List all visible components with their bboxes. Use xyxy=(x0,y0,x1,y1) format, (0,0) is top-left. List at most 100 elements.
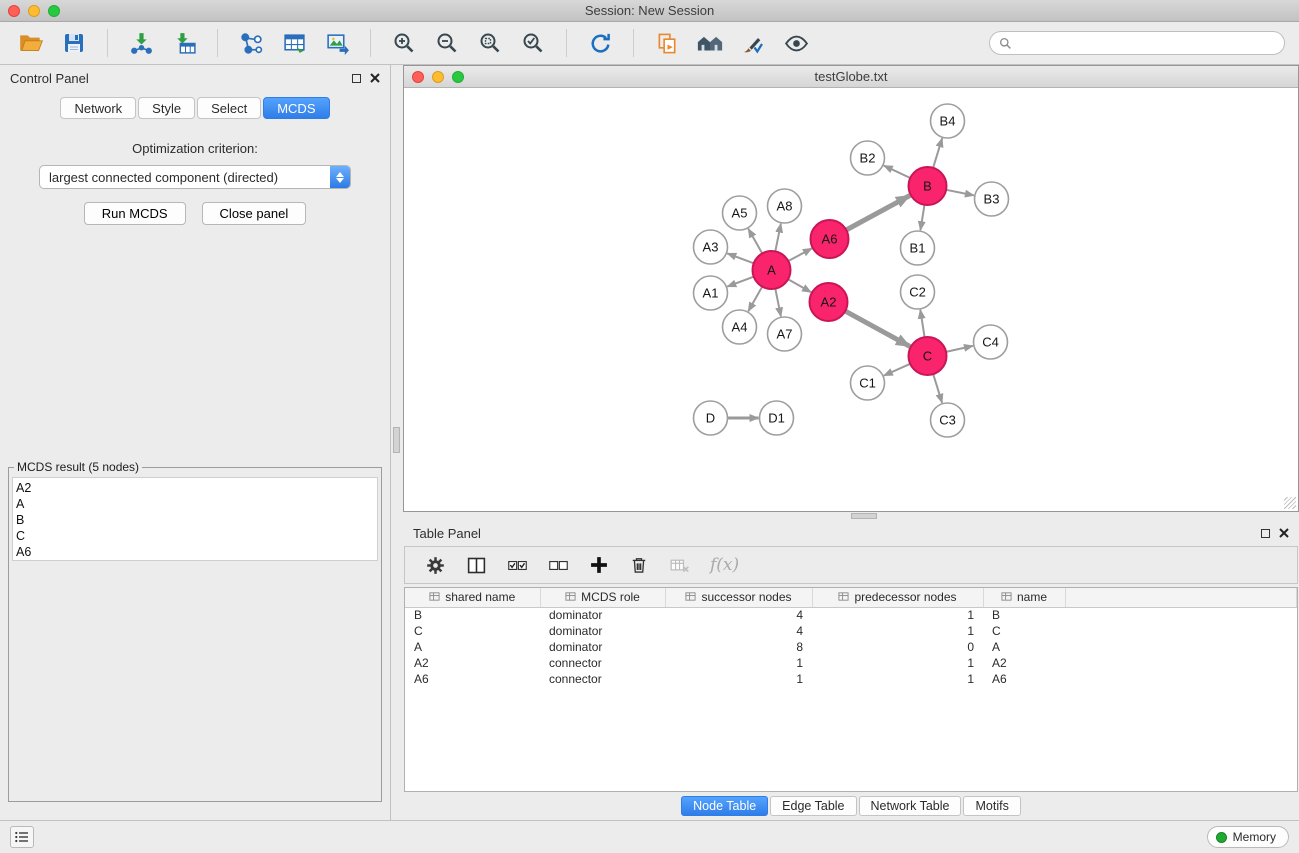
function-builder-button[interactable]: f(x) xyxy=(710,555,739,575)
table-cell[interactable]: B xyxy=(405,607,540,623)
graph-node-B3[interactable]: B3 xyxy=(975,182,1009,216)
table-cell[interactable]: A2 xyxy=(405,655,540,671)
column-header-predecessor-nodes[interactable]: predecessor nodes xyxy=(812,588,983,607)
graph-edge-A-A1[interactable] xyxy=(727,277,753,287)
graph-edge-A-A8[interactable] xyxy=(775,224,781,252)
float-table-panel-icon[interactable] xyxy=(1261,529,1270,538)
column-header-shared-name[interactable]: shared name xyxy=(405,588,540,607)
table-cell[interactable]: dominator xyxy=(540,639,665,655)
graph-edge-B-B2[interactable] xyxy=(884,166,911,178)
search-input[interactable] xyxy=(1018,36,1275,51)
refresh-network-view-icon[interactable] xyxy=(583,27,617,59)
table-row[interactable]: A6connector11A6 xyxy=(405,671,1297,687)
graph-edge-A-A2[interactable] xyxy=(788,279,811,292)
zoom-fit-icon[interactable] xyxy=(473,27,507,59)
graph-node-A1[interactable]: A1 xyxy=(694,276,728,310)
run-mcds-button[interactable]: Run MCDS xyxy=(84,202,186,225)
graph-node-C2[interactable]: C2 xyxy=(901,275,935,309)
graph-node-B4[interactable]: B4 xyxy=(931,104,965,138)
graph-edge-C-C3[interactable] xyxy=(933,374,942,403)
control-tab-select[interactable]: Select xyxy=(197,97,261,119)
zoom-in-icon[interactable] xyxy=(387,27,421,59)
graph-edge-A-A4[interactable] xyxy=(748,287,762,312)
control-tab-mcds[interactable]: MCDS xyxy=(263,97,329,119)
graph-node-A5[interactable]: A5 xyxy=(723,196,757,230)
close-table-panel-icon[interactable] xyxy=(1279,528,1289,538)
graph-node-C1[interactable]: C1 xyxy=(851,366,885,400)
table-cell[interactable]: A2 xyxy=(983,655,1065,671)
table-cell[interactable]: B xyxy=(983,607,1065,623)
table-row[interactable]: Cdominator41C xyxy=(405,623,1297,639)
control-tab-style[interactable]: Style xyxy=(138,97,195,119)
graph-edge-A-A3[interactable] xyxy=(727,253,753,263)
graph-edge-B-B4[interactable] xyxy=(933,138,942,168)
graph-node-A6[interactable]: A6 xyxy=(811,220,849,258)
splitter-handle[interactable] xyxy=(393,427,400,453)
table-tab-network-table[interactable]: Network Table xyxy=(859,796,962,816)
table-cell[interactable]: dominator xyxy=(540,623,665,639)
table-cell[interactable]: 1 xyxy=(812,671,983,687)
network-overview-icon[interactable] xyxy=(693,27,727,59)
resize-grip-icon[interactable] xyxy=(1284,497,1296,509)
table-row[interactable]: Adominator80A xyxy=(405,639,1297,655)
close-panel-icon[interactable] xyxy=(370,73,380,83)
minimize-window-icon[interactable] xyxy=(28,5,40,17)
table-row[interactable]: A2connector11A2 xyxy=(405,655,1297,671)
new-network-icon[interactable] xyxy=(234,27,268,59)
graph-node-C3[interactable]: C3 xyxy=(931,403,965,437)
close-window-icon[interactable] xyxy=(8,5,20,17)
table-cell[interactable]: 1 xyxy=(665,671,812,687)
table-cell[interactable]: C xyxy=(405,623,540,639)
apply-style-icon[interactable] xyxy=(736,27,770,59)
optimization-criterion-dropdown[interactable]: largest connected component (directed) xyxy=(39,165,351,189)
network-canvas[interactable]: B4B2BB3A8A5A6A3B1AC2A1A2A4A7C4CC1C3DD1 xyxy=(404,88,1298,511)
save-session-icon[interactable] xyxy=(57,27,91,59)
table-cell[interactable]: connector xyxy=(540,671,665,687)
delete-table-icon[interactable] xyxy=(669,555,690,576)
maximize-window-icon[interactable] xyxy=(48,5,60,17)
table-cell[interactable]: 0 xyxy=(812,639,983,655)
zoom-out-icon[interactable] xyxy=(430,27,464,59)
table-cell[interactable]: connector xyxy=(540,655,665,671)
graph-edge-A-A7[interactable] xyxy=(775,289,781,317)
table-cell[interactable]: 4 xyxy=(665,623,812,639)
open-session-icon[interactable] xyxy=(14,27,48,59)
table-row[interactable]: Bdominator41B xyxy=(405,607,1297,623)
table-cell[interactable]: 1 xyxy=(812,655,983,671)
graph-node-C4[interactable]: C4 xyxy=(974,325,1008,359)
zoom-selected-icon[interactable] xyxy=(516,27,550,59)
table-cell[interactable]: 1 xyxy=(812,623,983,639)
graph-node-A[interactable]: A xyxy=(753,251,791,289)
network-graph[interactable]: B4B2BB3A8A5A6A3B1AC2A1A2A4A7C4CC1C3DD1 xyxy=(404,88,1298,511)
graph-node-B[interactable]: B xyxy=(909,167,947,205)
show-hide-graphics-icon[interactable] xyxy=(779,27,813,59)
graph-node-B2[interactable]: B2 xyxy=(851,141,885,175)
settings-gear-icon[interactable] xyxy=(425,555,446,576)
table-cell[interactable]: A6 xyxy=(405,671,540,687)
table-cell[interactable]: A6 xyxy=(983,671,1065,687)
column-header-successor-nodes[interactable]: successor nodes xyxy=(665,588,812,607)
float-panel-icon[interactable] xyxy=(352,74,361,83)
minimize-network-window-icon[interactable] xyxy=(432,71,444,83)
new-network-table-icon[interactable] xyxy=(277,27,311,59)
graph-node-D1[interactable]: D1 xyxy=(760,401,794,435)
column-header-name[interactable]: name xyxy=(983,588,1065,607)
graph-node-A3[interactable]: A3 xyxy=(694,230,728,264)
graph-edge-C-C4[interactable] xyxy=(946,346,973,352)
import-network-file-icon[interactable] xyxy=(124,27,158,59)
graph-edge-A-A6[interactable] xyxy=(788,248,812,261)
graph-edge-B-B1[interactable] xyxy=(920,205,924,230)
graph-node-C[interactable]: C xyxy=(909,337,947,375)
table-tab-node-table[interactable]: Node Table xyxy=(681,796,768,816)
control-tab-network[interactable]: Network xyxy=(60,97,136,119)
graph-edge-A2-C[interactable] xyxy=(845,311,910,346)
show-columns-icon[interactable] xyxy=(466,555,487,576)
graph-edge-B-B3[interactable] xyxy=(946,190,974,196)
table-cell[interactable]: C xyxy=(983,623,1065,639)
table-cell[interactable]: dominator xyxy=(540,607,665,623)
memory-button[interactable]: Memory xyxy=(1207,826,1289,848)
import-table-file-icon[interactable] xyxy=(167,27,201,59)
horizontal-splitter[interactable] xyxy=(403,512,1299,520)
close-panel-button[interactable]: Close panel xyxy=(202,202,307,225)
export-image-icon[interactable] xyxy=(320,27,354,59)
